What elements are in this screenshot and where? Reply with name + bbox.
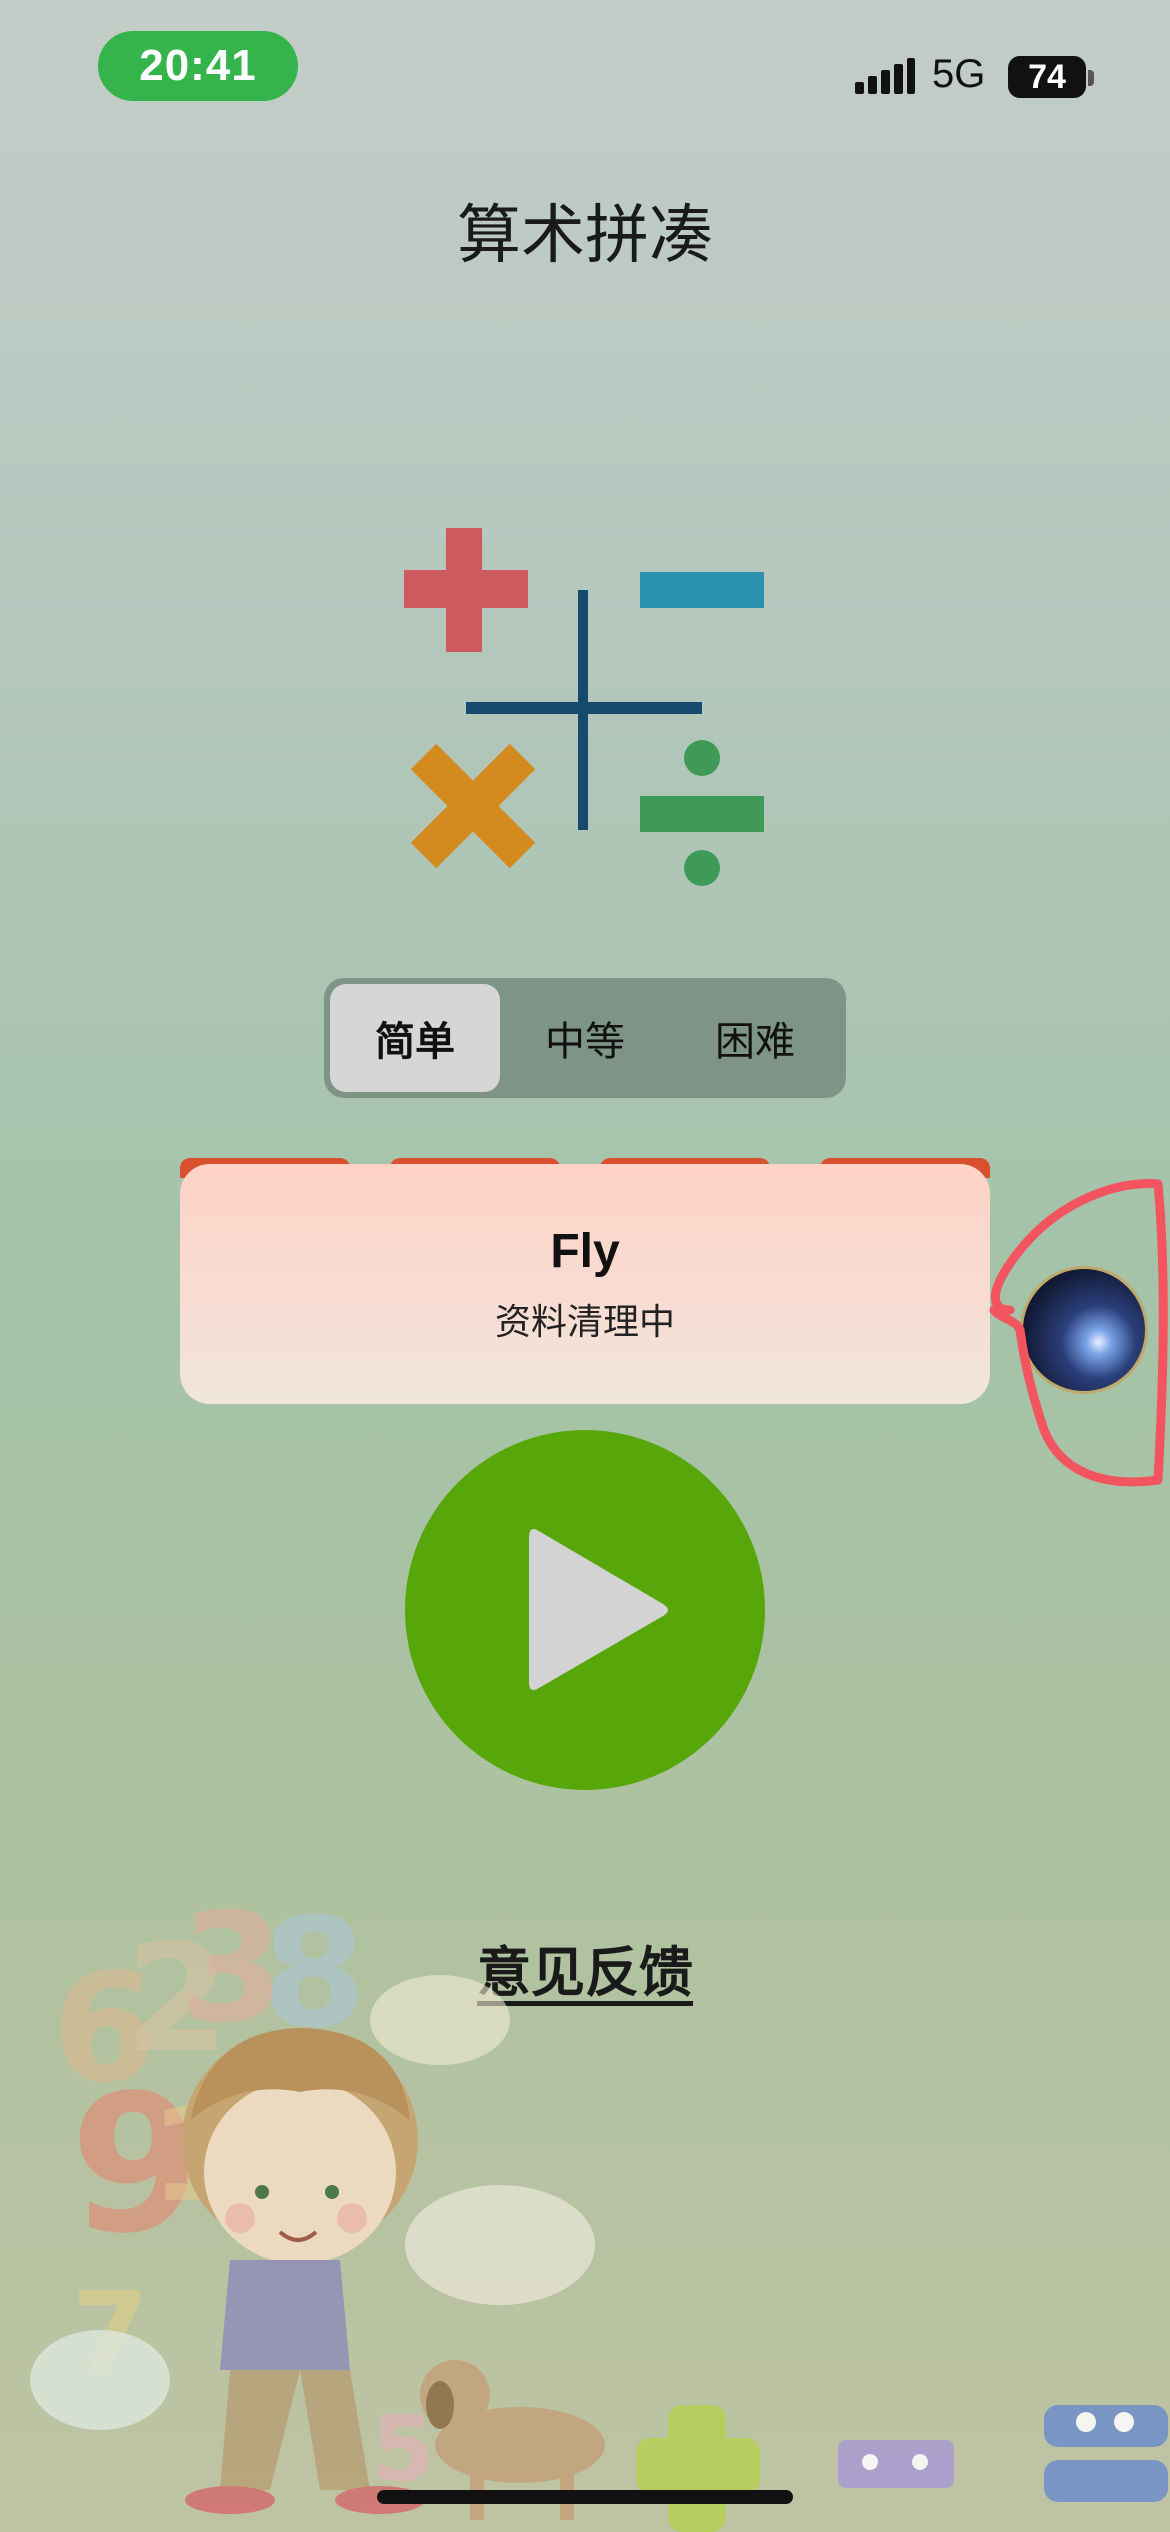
difficulty-selector: 简单 中等 困难 bbox=[324, 978, 846, 1098]
home-indicator[interactable] bbox=[377, 2490, 793, 2504]
network-type: 5G bbox=[932, 52, 986, 96]
page-title: 算术拼凑 bbox=[457, 199, 713, 273]
signal-icon bbox=[855, 58, 915, 94]
divide-icon bbox=[640, 740, 764, 886]
status-time: 20:41 bbox=[98, 31, 298, 101]
battery-icon bbox=[1088, 70, 1094, 86]
play-button[interactable] bbox=[405, 1430, 765, 1790]
plus-icon bbox=[404, 528, 528, 652]
notification-title: Fly bbox=[550, 1224, 620, 1278]
notification-subtitle: 资料清理中 bbox=[494, 1301, 675, 1343]
annotation-circle bbox=[989, 1179, 1168, 1487]
difficulty-hard[interactable]: 困难 bbox=[670, 984, 840, 1092]
times-icon bbox=[410, 743, 536, 869]
play-icon bbox=[529, 1529, 668, 1690]
notification-banner[interactable]: Fly 资料清理中 bbox=[180, 1164, 990, 1404]
difficulty-medium[interactable]: 中等 bbox=[500, 984, 670, 1092]
difficulty-easy[interactable]: 简单 bbox=[330, 984, 500, 1092]
minus-icon bbox=[640, 572, 764, 608]
math-operators-logo bbox=[404, 528, 764, 886]
background-illustration: 6 2 3 8 9 1 7 5 bbox=[30, 1900, 1168, 2532]
battery-level: 74 bbox=[1008, 56, 1086, 98]
